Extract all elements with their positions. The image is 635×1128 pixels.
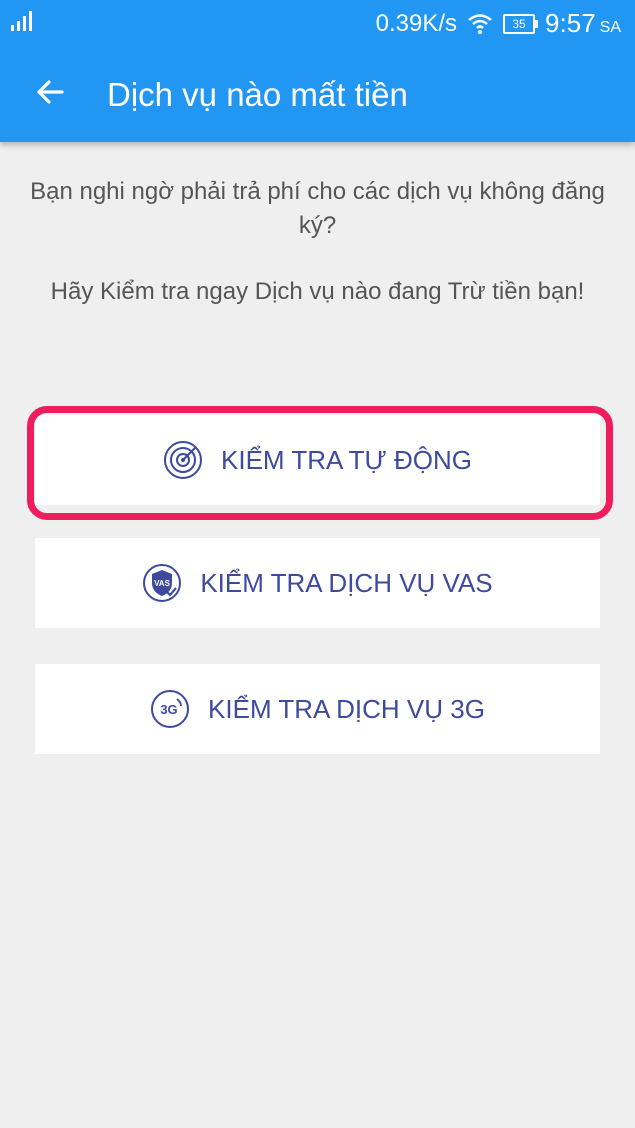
intro-question: Bạn nghi ngờ phải trả phí cho các dịch v… bbox=[30, 178, 605, 239]
vas-icon-text: VAS bbox=[154, 579, 171, 588]
wifi-icon bbox=[468, 13, 492, 34]
3g-check-label: KIỂM TRA DỊCH VỤ 3G bbox=[208, 693, 485, 724]
3g-check-button[interactable]: 3G KIỂM TRA DỊCH VỤ 3G bbox=[35, 664, 600, 754]
auto-check-button[interactable]: KIỂM TRA TỰ ĐỘNG bbox=[35, 415, 600, 505]
3g-icon: 3G bbox=[151, 690, 190, 728]
signal-icon bbox=[11, 11, 32, 31]
status-bar: 0.39K/s 35 9:57 SA bbox=[0, 0, 635, 46]
auto-check-label: KIỂM TRA TỰ ĐỘNG bbox=[221, 444, 472, 475]
back-button[interactable] bbox=[22, 64, 78, 120]
network-speed: 0.39K/s bbox=[375, 9, 458, 37]
battery-level: 35 bbox=[512, 16, 526, 31]
page-title: Dịch vụ nào mất tiền bbox=[107, 76, 408, 113]
clock-ampm: SA bbox=[599, 18, 621, 36]
vas-check-label: KIỂM TRA DỊCH VỤ VAS bbox=[200, 567, 493, 598]
clock-time: 9:57 bbox=[545, 8, 596, 38]
vas-check-button[interactable]: VAS KIỂM TRA DỊCH VỤ VAS bbox=[35, 538, 600, 628]
vas-shield-icon: VAS bbox=[143, 564, 182, 602]
toolbar: Dịch vụ nào mất tiền bbox=[0, 46, 635, 142]
3g-icon-text: 3G bbox=[160, 702, 177, 717]
radar-icon bbox=[164, 441, 203, 479]
app-header: 0.39K/s 35 9:57 SA Dịch vụ nào mất tiền bbox=[0, 0, 635, 142]
intro-call-to-action: Hãy Kiểm tra ngay Dịch vụ nào đang Trừ t… bbox=[50, 278, 585, 305]
back-arrow-icon bbox=[37, 80, 64, 104]
battery-icon: 35 bbox=[503, 13, 539, 34]
